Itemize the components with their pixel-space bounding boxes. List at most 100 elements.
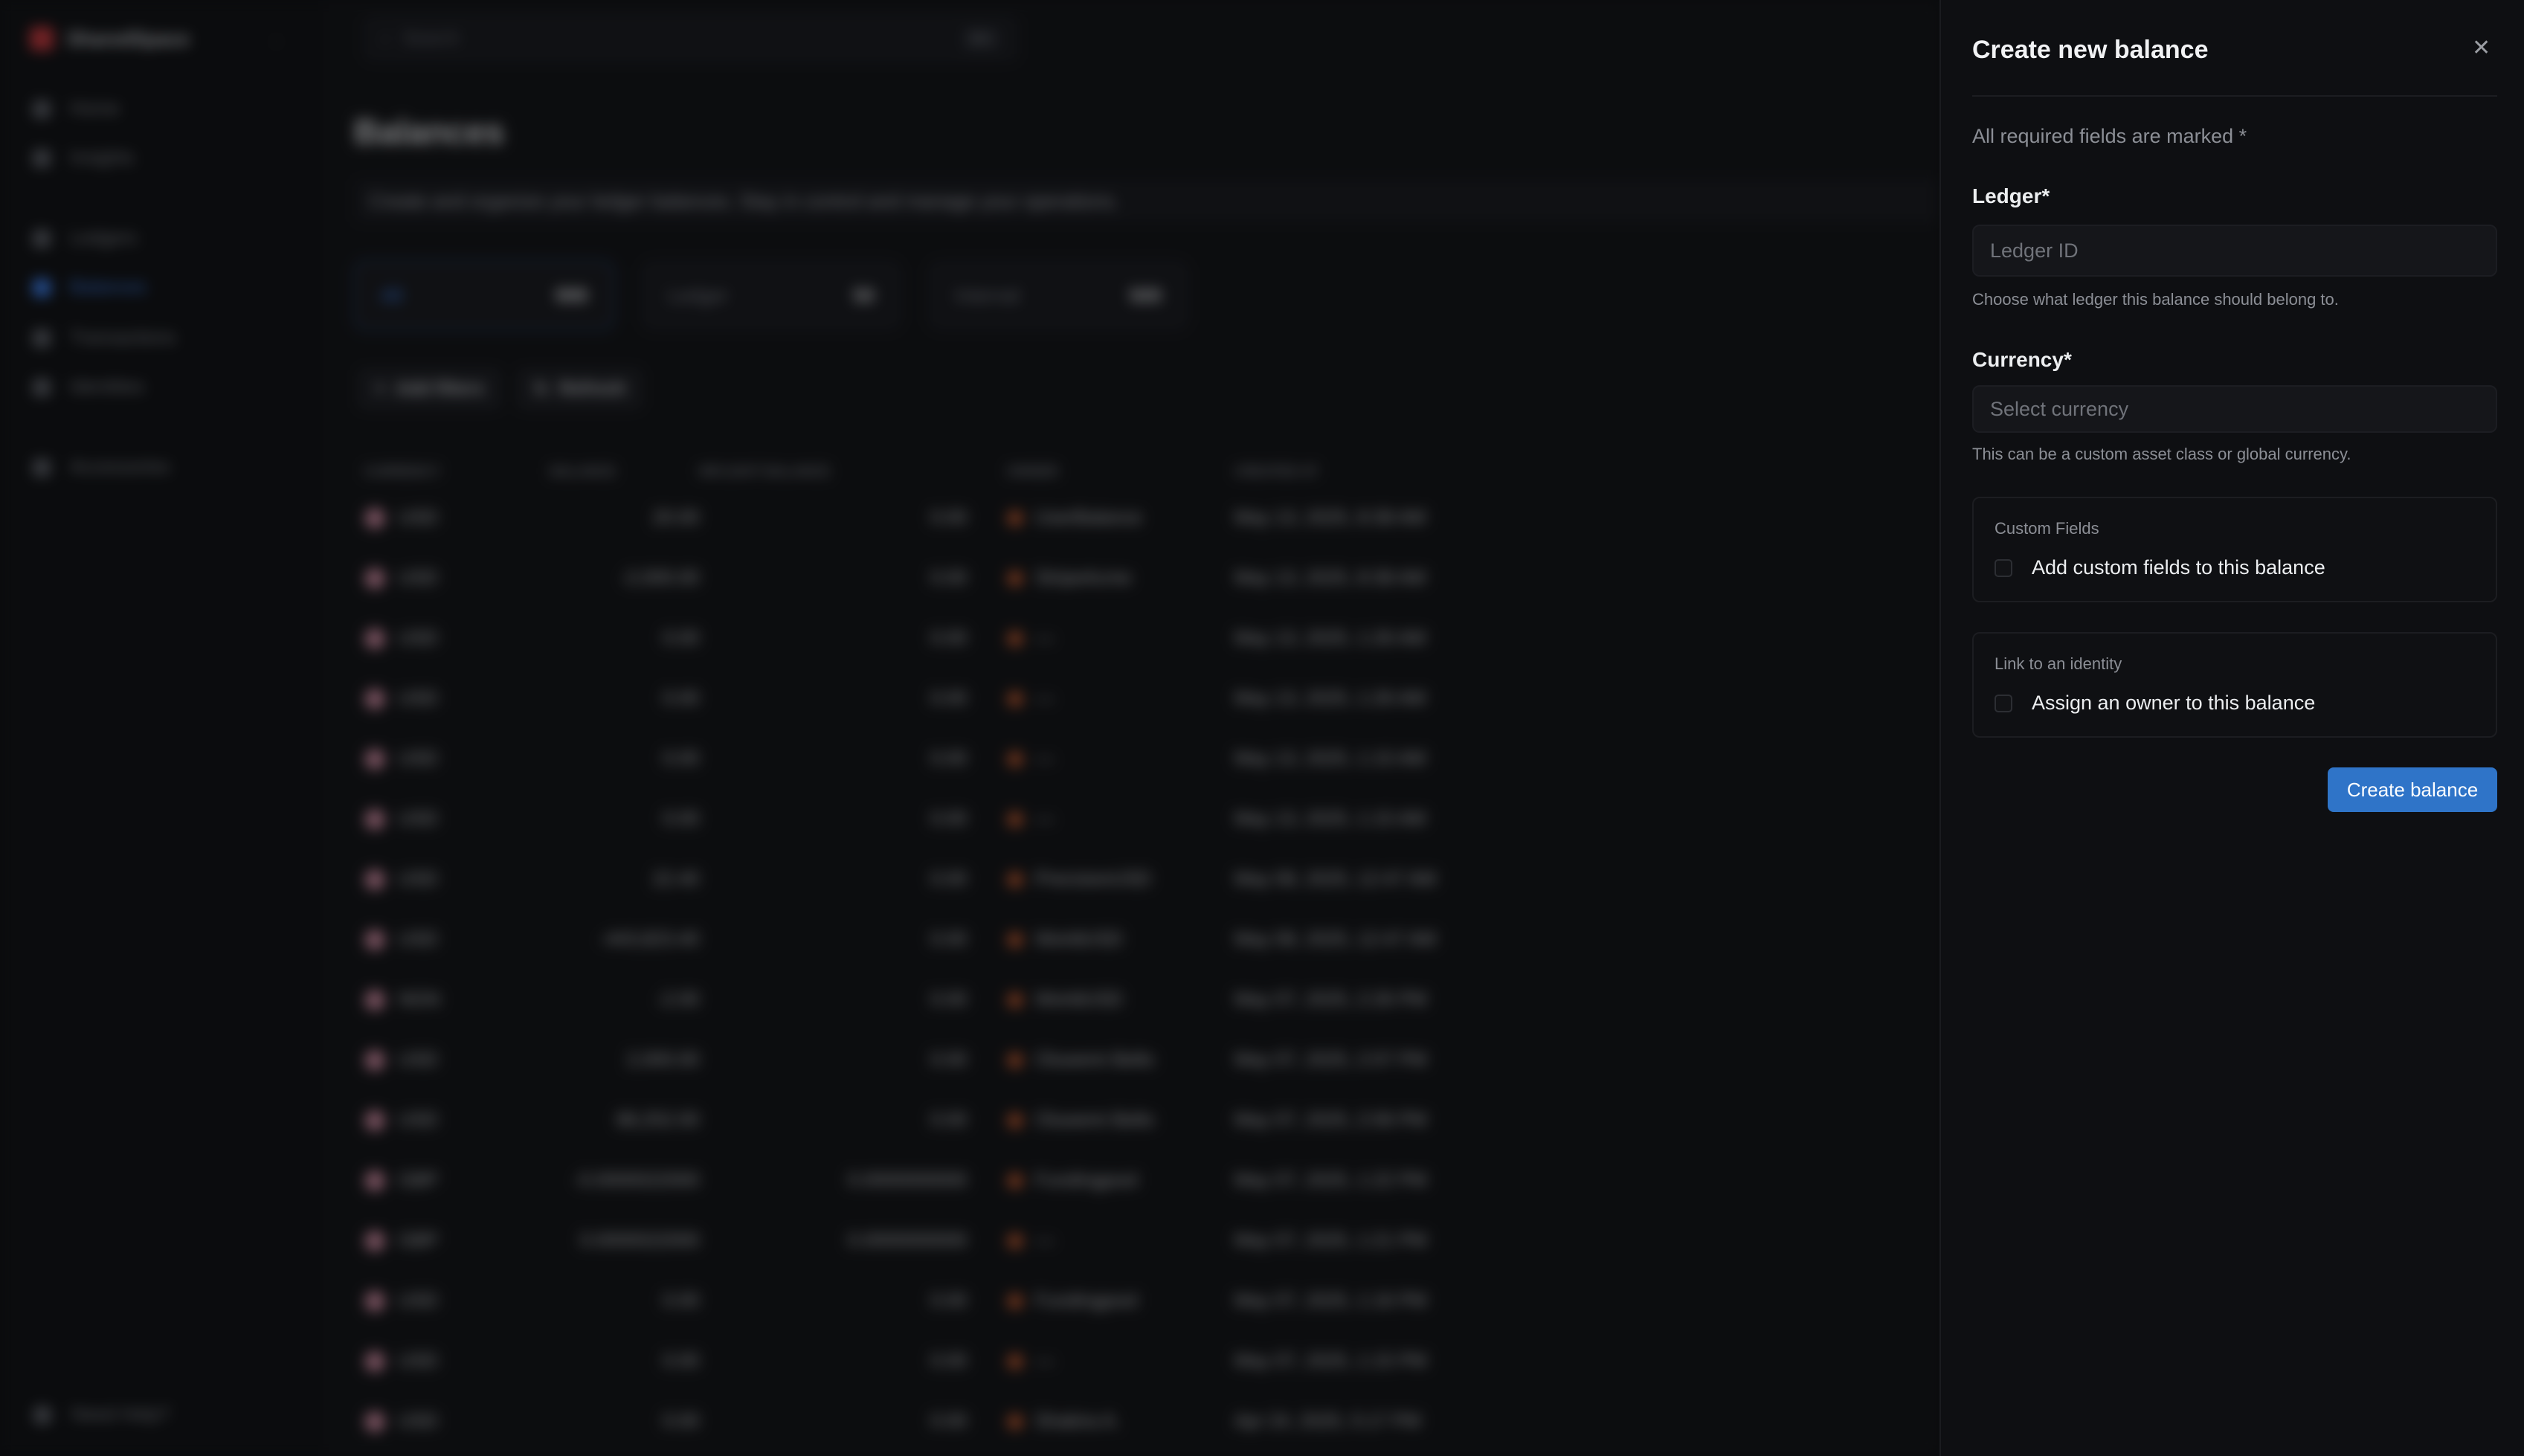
identity-section: Link to an identity Assign an owner to t…: [1972, 632, 2497, 738]
currency-cell: GBP: [364, 1170, 550, 1191]
owner-name: —: [1035, 628, 1054, 648]
currency-flag-icon: [364, 507, 385, 529]
owner-avatar: [1007, 871, 1023, 888]
currency-cell: USD: [364, 1049, 550, 1071]
table-row: USD 20.00 0.00 UserBalance May 13, 2025, 8:3…: [364, 488, 1532, 548]
owner-avatar: [1007, 690, 1023, 707]
currency-flag-icon: [364, 688, 385, 709]
balance-cell: 0.00: [663, 628, 699, 648]
currency-flag-icon: [364, 989, 385, 1011]
sidebar-item-label: Home: [70, 98, 120, 119]
assign-owner-toggle[interactable]: Assign an owner to this balance: [1995, 692, 2315, 715]
assign-owner-checkbox[interactable]: [1995, 694, 2012, 712]
balance-cell: 2,000.00: [626, 1049, 699, 1070]
owner-avatar: [1007, 991, 1023, 1008]
custom-fields-toggle[interactable]: Add custom fields to this balance: [1995, 556, 2325, 579]
currency-cell: GBP: [364, 1230, 550, 1252]
required-fields-note: All required fields are marked *: [1972, 125, 2247, 147]
currency-code: USD: [399, 808, 438, 829]
inflight-balance-cell: 0.00: [930, 507, 967, 528]
inflight-balance-cell: 0.00: [930, 628, 967, 648]
balance-cell: 0.00: [663, 808, 699, 829]
currency-cell: USD: [364, 507, 550, 529]
owner-cell: UserBalance: [1007, 507, 1234, 529]
owner-cell: StripeAcme: [1007, 567, 1234, 589]
main-content: ⌕ Search ⌘K Balances Create and organize…: [329, 0, 1939, 1456]
created-at-cell: May 13, 2025, 8:38 AM: [1234, 567, 1426, 588]
owner-name: —: [1035, 748, 1054, 769]
balance-cell: -443,823.40: [599, 929, 699, 950]
created-at-cell: May 13, 2025, 1:26 AM: [1234, 628, 1426, 648]
owner-cell: Oluwemi Bello: [1007, 1109, 1234, 1131]
owner-avatar: [1007, 570, 1023, 587]
balance-cell: 0.00: [663, 1350, 699, 1371]
custom-fields-section: Custom Fields Add custom fields to this …: [1972, 497, 2497, 602]
balance-cell: 0.00: [663, 1411, 699, 1431]
table-row: NGN -2.00 0.00 WorldUSD May 07, 2025, 2:26 P…: [364, 970, 1532, 1030]
owner-name: —: [1035, 1230, 1054, 1251]
balance-cell: -2.00: [657, 989, 699, 1010]
currency-cell: NGN: [364, 989, 550, 1011]
created-at-cell: May 07, 2025, 1:22 PM: [1234, 1170, 1427, 1191]
currency-code: USD: [399, 567, 438, 588]
created-at-cell: May 13, 2025, 1:15 AM: [1234, 808, 1426, 829]
balance-cell: 0.0000022000: [580, 1230, 699, 1251]
inflight-balance-cell: 0.00: [930, 808, 967, 829]
table-row: USD -2,000.00 0.00 StripeAcme May 13, 2025, …: [364, 548, 1532, 608]
sidebar-item-label: Insights: [70, 147, 135, 168]
balance-cell: 22.40: [652, 869, 699, 889]
search-shortcut: ⌘K: [961, 27, 1001, 51]
sidebar-item-ledgers: Ledgers: [33, 228, 137, 249]
table-row: USD 88,252.00 0.00 Oluwemi Bello May 07, 202…: [364, 1090, 1532, 1150]
currency-select[interactable]: [1972, 385, 2497, 433]
table-row: USD 0.00 0.00 Fundingpool May 07, 2025, 1:16…: [364, 1271, 1532, 1331]
owner-cell: Fundingpool: [1007, 1290, 1234, 1312]
currency-cell: USD: [364, 808, 550, 830]
inflight-balance-cell: 0.00: [930, 748, 967, 769]
balance-cell: 0.00: [663, 748, 699, 769]
currency-flag-icon: [364, 1411, 385, 1432]
inflight-balance-cell: 0.00: [930, 1350, 967, 1371]
sidebar: SharedSpace ‹ Home Insights Ledgers Bala…: [0, 0, 329, 1456]
insights-icon: [33, 149, 51, 167]
custom-fields-checkbox[interactable]: [1995, 558, 2012, 577]
inflight-balance-cell: 0.0000000000: [848, 1230, 967, 1251]
currency-flag-icon: [364, 869, 385, 890]
currency-cell: USD: [364, 929, 550, 950]
ledger-label: Ledger*: [1972, 184, 2050, 207]
sidebar-item-label: Accessories: [70, 457, 170, 477]
currency-code: USD: [399, 748, 438, 769]
create-balance-button[interactable]: Create balance: [2328, 767, 2497, 812]
currency-code: USD: [399, 1109, 438, 1130]
currency-code: USD: [399, 507, 438, 528]
owner-cell: PrecisionUSD: [1007, 869, 1234, 890]
created-at-cell: May 13, 2025, 1:15 AM: [1234, 748, 1426, 769]
create-balance-drawer: Create new balance ✕ All required fields…: [1939, 0, 2524, 1456]
owner-name: Fundingpool: [1035, 1290, 1138, 1311]
currency-code: USD: [399, 1049, 438, 1070]
currency-cell: USD: [364, 628, 550, 649]
table-row: USD 0.00 0.00 — May 13, 2025, 1:26 AM: [364, 608, 1532, 669]
home-icon: [33, 100, 51, 118]
column-header: INFLIGHT BALANCE: [699, 463, 830, 479]
owner-name: —: [1035, 688, 1054, 709]
owner-cell: —: [1007, 688, 1234, 709]
inflight-balance-cell: 0.00: [930, 567, 967, 588]
inflight-balance-cell: 0.00: [930, 1290, 967, 1311]
balance-cell: -0.0000022000: [573, 1170, 699, 1191]
currency-code: USD: [399, 929, 438, 950]
ledger-id-input[interactable]: [1972, 225, 2497, 277]
currency-flag-icon: [364, 567, 385, 589]
owner-avatar: [1007, 1232, 1023, 1249]
inflight-balance-cell: 0.0000000000: [848, 1170, 967, 1191]
refresh-icon: ↻: [534, 379, 550, 399]
page-subtitle: Create and organize your ledger balances…: [354, 178, 1938, 223]
refresh-button: ↻ Refresh: [518, 369, 643, 409]
table-row: USD 22.40 0.00 PrecisionUSD May 08, 2025, 12…: [364, 849, 1532, 909]
column-header: OWNER: [1007, 463, 1058, 479]
close-icon[interactable]: ✕: [2472, 37, 2491, 59]
sidebar-item-balances: Balances: [33, 277, 147, 298]
stat-label: Ledger: [668, 283, 728, 306]
balance-cell: 88,252.00: [616, 1109, 699, 1130]
table-row: GBP -0.0000022000 0.0000000000 Fundingpool M…: [364, 1150, 1532, 1211]
